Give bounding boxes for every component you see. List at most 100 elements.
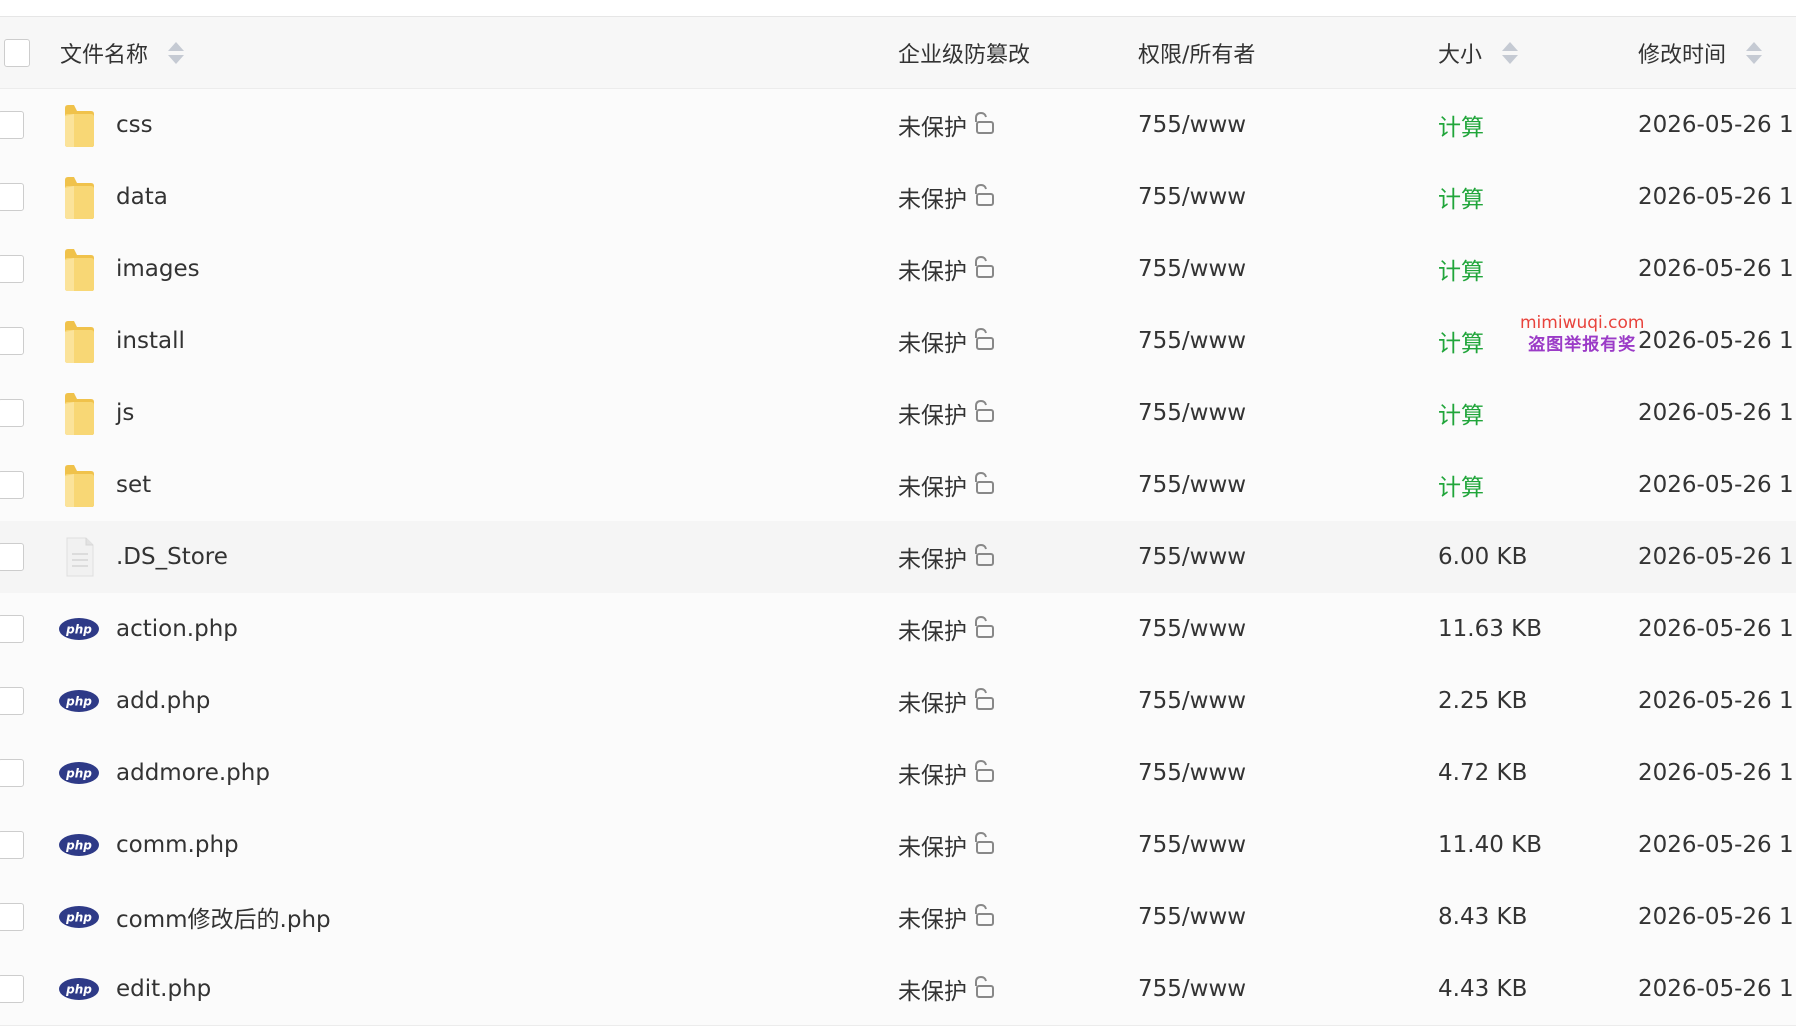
row-protection-cell[interactable]: 未保护 xyxy=(898,809,1128,881)
file-name[interactable]: css xyxy=(116,112,153,138)
file-name[interactable]: addmore.php xyxy=(116,760,270,786)
row-name-cell[interactable]: php edit.php xyxy=(59,953,880,1025)
header-name[interactable]: 文件名称 xyxy=(60,17,880,88)
row-checkbox[interactable] xyxy=(0,399,24,427)
calculate-size-link[interactable]: 计算 xyxy=(1438,468,1484,502)
row-name-cell[interactable]: .DS_Store xyxy=(60,521,880,593)
calculate-size-link[interactable]: 计算 xyxy=(1438,108,1484,142)
row-name-cell[interactable]: php comm.php xyxy=(59,809,880,881)
row-checkbox[interactable] xyxy=(0,111,24,139)
row-name-cell[interactable]: images xyxy=(60,233,880,305)
unlock-icon[interactable] xyxy=(970,327,996,355)
permission-value[interactable]: 755/www xyxy=(1138,544,1246,570)
row-protection-cell[interactable]: 未保护 xyxy=(898,305,1128,377)
file-row[interactable]: images 未保护 755/www 计算 2026-05-26 1 xyxy=(0,233,1796,306)
row-protection-cell[interactable]: 未保护 xyxy=(898,161,1128,233)
row-checkbox[interactable] xyxy=(0,831,24,859)
row-checkbox[interactable] xyxy=(0,975,24,1003)
row-checkbox[interactable] xyxy=(0,903,24,931)
row-checkbox[interactable] xyxy=(0,687,24,715)
row-protection-cell[interactable]: 未保护 xyxy=(898,593,1128,665)
file-name[interactable]: install xyxy=(116,328,185,354)
row-protection-cell[interactable]: 未保护 xyxy=(898,953,1128,1025)
row-name-cell[interactable]: css xyxy=(60,89,880,161)
row-protection-cell[interactable]: 未保护 xyxy=(898,521,1128,593)
row-name-cell[interactable]: install xyxy=(60,305,880,377)
file-name[interactable]: action.php xyxy=(116,616,238,642)
select-all-checkbox[interactable] xyxy=(4,38,30,67)
row-name-cell[interactable]: js xyxy=(60,377,880,449)
calculate-size-link[interactable]: 计算 xyxy=(1438,396,1484,430)
file-row[interactable]: php add.php 未保护 755/www 2.25 KB 2026-05-26 1 xyxy=(0,665,1796,738)
unlock-icon[interactable] xyxy=(970,543,996,571)
unlock-icon[interactable] xyxy=(970,975,996,1003)
permission-value[interactable]: 755/www xyxy=(1138,328,1246,354)
file-name[interactable]: comm.php xyxy=(116,832,239,858)
row-protection-cell[interactable]: 未保护 xyxy=(898,233,1128,305)
row-checkbox[interactable] xyxy=(0,543,24,571)
file-name[interactable]: data xyxy=(116,184,168,210)
row-protection-cell[interactable]: 未保护 xyxy=(898,737,1128,809)
calculate-size-link[interactable]: 计算 xyxy=(1438,180,1484,214)
file-name[interactable]: images xyxy=(116,256,200,282)
permission-value[interactable]: 755/www xyxy=(1138,760,1246,786)
unlock-icon[interactable] xyxy=(970,687,996,715)
unlock-icon[interactable] xyxy=(970,903,996,931)
permission-value[interactable]: 755/www xyxy=(1138,184,1246,210)
file-row[interactable]: set 未保护 755/www 计算 2026-05-26 1 xyxy=(0,449,1796,522)
file-name[interactable]: set xyxy=(116,472,151,498)
row-checkbox[interactable] xyxy=(0,255,24,283)
row-checkbox[interactable] xyxy=(0,471,24,499)
permission-value[interactable]: 755/www xyxy=(1138,616,1246,642)
row-name-cell[interactable]: php action.php xyxy=(59,593,880,665)
permission-value[interactable]: 755/www xyxy=(1138,976,1246,1002)
row-checkbox[interactable] xyxy=(0,615,24,643)
unlock-icon[interactable] xyxy=(970,255,996,283)
file-name[interactable]: edit.php xyxy=(116,976,211,1002)
calculate-size-link[interactable]: 计算 xyxy=(1438,252,1484,286)
file-name[interactable]: comm修改后的.php xyxy=(116,900,331,934)
permission-value[interactable]: 755/www xyxy=(1138,256,1246,282)
calculate-size-link[interactable]: 计算 xyxy=(1438,324,1484,358)
permission-value[interactable]: 755/www xyxy=(1138,904,1246,930)
file-row[interactable]: php comm.php 未保护 755/www 11.40 KB 2026-05-26 … xyxy=(0,809,1796,882)
file-row[interactable]: data 未保护 755/www 计算 2026-05-26 1 xyxy=(0,161,1796,234)
row-name-cell[interactable]: data xyxy=(60,161,880,233)
row-checkbox[interactable] xyxy=(0,183,24,211)
row-name-cell[interactable]: php comm修改后的.php xyxy=(59,881,880,953)
file-row[interactable]: php comm修改后的.php 未保护 755/www 8.43 KB 2026-05-… xyxy=(0,881,1796,954)
unlock-icon[interactable] xyxy=(970,759,996,787)
row-protection-cell[interactable]: 未保护 xyxy=(898,89,1128,161)
row-protection-cell[interactable]: 未保护 xyxy=(898,449,1128,521)
file-row[interactable]: js 未保护 755/www 计算 2026-05-26 1 xyxy=(0,377,1796,450)
row-checkbox[interactable] xyxy=(0,327,24,355)
file-name[interactable]: js xyxy=(116,400,134,426)
row-name-cell[interactable]: php addmore.php xyxy=(59,737,880,809)
header-size[interactable]: 大小 xyxy=(1438,17,1618,88)
row-checkbox[interactable] xyxy=(0,759,24,787)
sort-icon[interactable] xyxy=(1746,41,1763,65)
file-row[interactable]: php addmore.php 未保护 755/www 4.72 KB 2026-05-2… xyxy=(0,737,1796,810)
permission-value[interactable]: 755/www xyxy=(1138,472,1246,498)
permission-value[interactable]: 755/www xyxy=(1138,112,1246,138)
row-protection-cell[interactable]: 未保护 xyxy=(898,665,1128,737)
permission-value[interactable]: 755/www xyxy=(1138,400,1246,426)
sort-icon[interactable] xyxy=(1502,41,1519,65)
row-name-cell[interactable]: set xyxy=(60,449,880,521)
header-modified[interactable]: 修改时间 xyxy=(1638,17,1796,88)
row-protection-cell[interactable]: 未保护 xyxy=(898,881,1128,953)
sort-icon[interactable] xyxy=(168,41,185,65)
permission-value[interactable]: 755/www xyxy=(1138,832,1246,858)
unlock-icon[interactable] xyxy=(970,471,996,499)
file-row[interactable]: css 未保护 755/www 计算 2026-05-26 1 xyxy=(0,89,1796,162)
unlock-icon[interactable] xyxy=(970,111,996,139)
file-name[interactable]: add.php xyxy=(116,688,210,714)
unlock-icon[interactable] xyxy=(970,399,996,427)
unlock-icon[interactable] xyxy=(970,183,996,211)
row-protection-cell[interactable]: 未保护 xyxy=(898,377,1128,449)
unlock-icon[interactable] xyxy=(970,831,996,859)
permission-value[interactable]: 755/www xyxy=(1138,688,1246,714)
unlock-icon[interactable] xyxy=(970,615,996,643)
file-row[interactable]: php edit.php 未保护 755/www 4.43 KB 2026-05-26 1 xyxy=(0,953,1796,1026)
file-row[interactable]: php action.php 未保护 755/www 11.63 KB 2026-05-2… xyxy=(0,593,1796,666)
